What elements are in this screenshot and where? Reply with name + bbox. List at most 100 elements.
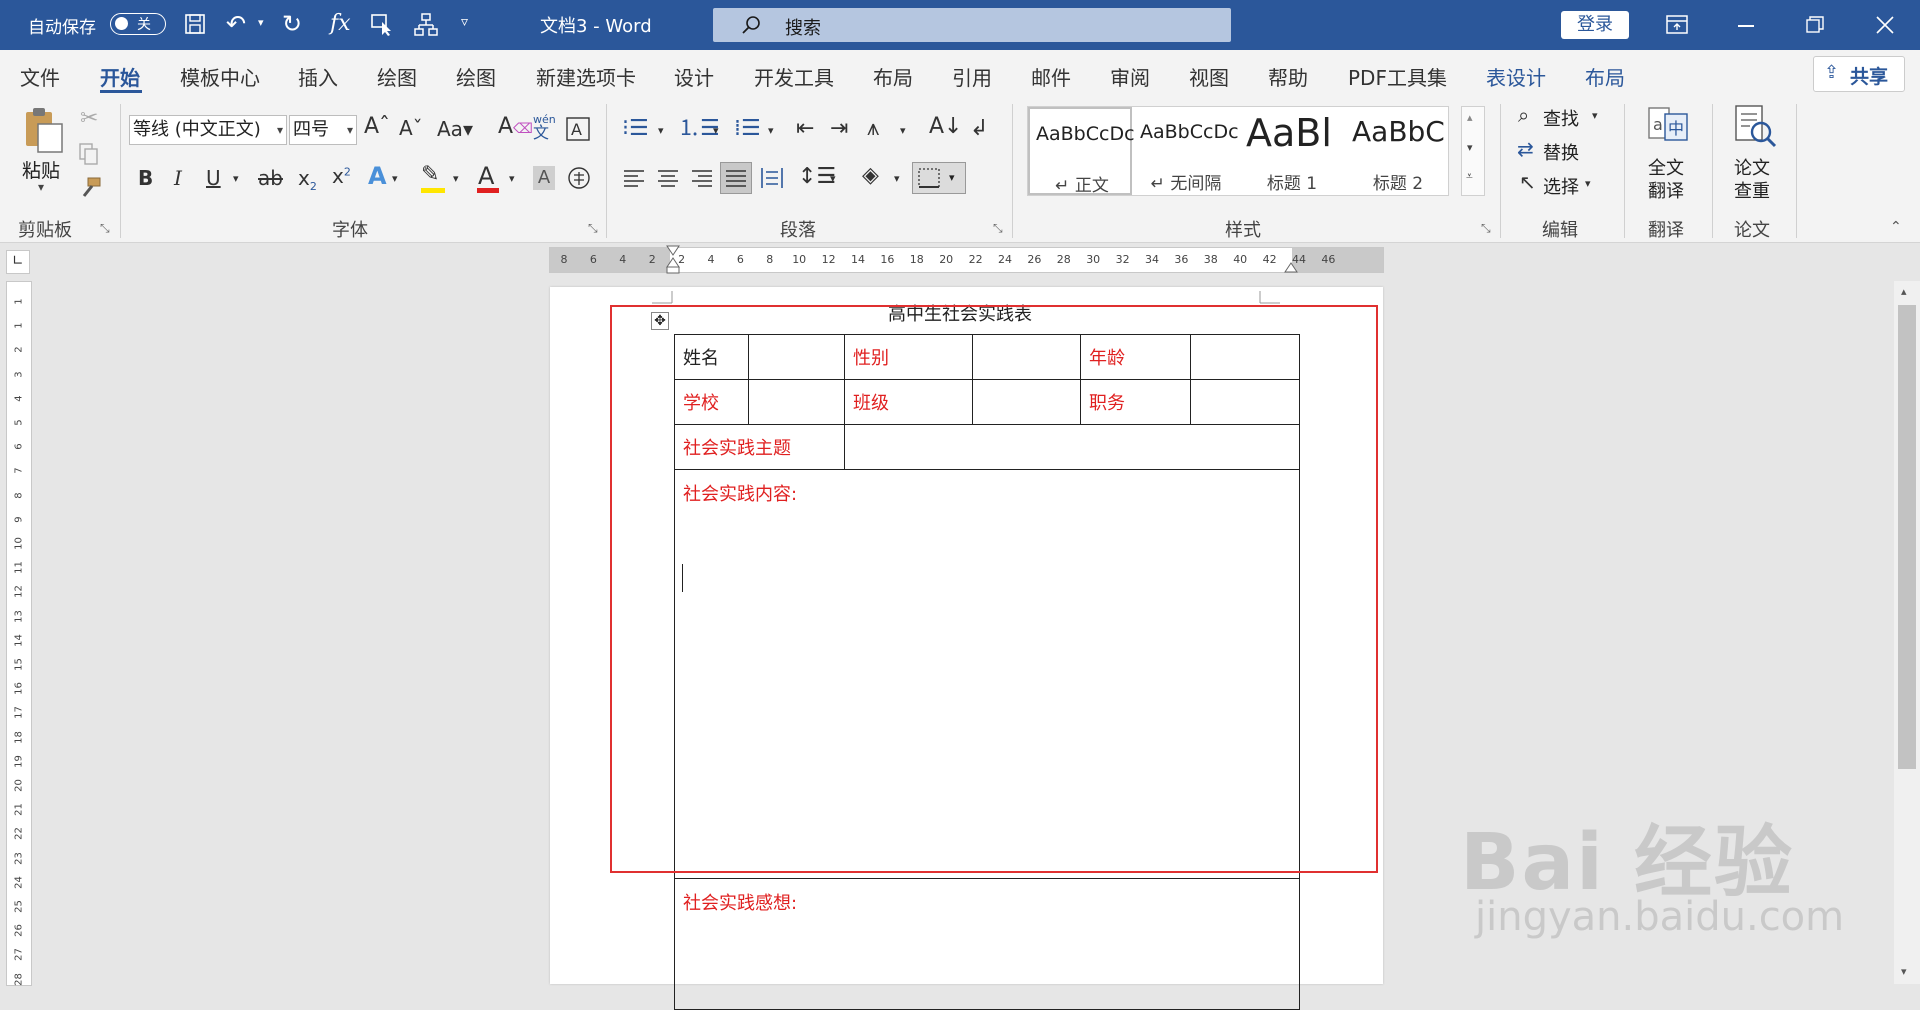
ribbon-display-icon[interactable] <box>1666 15 1688 35</box>
font-size-combo[interactable]: 四号 ▾ <box>289 115 357 145</box>
paste-label[interactable]: 粘贴 <box>22 156 60 183</box>
tab-draw-2[interactable]: 绘图 <box>456 62 496 91</box>
thoughts-cell[interactable]: 社会实践感想: <box>674 878 1300 1010</box>
enclose-characters-icon[interactable] <box>567 166 591 190</box>
tab-file[interactable]: 文件 <box>20 62 60 91</box>
login-button[interactable]: 登录 <box>1561 11 1629 39</box>
font-color-icon[interactable]: A <box>478 164 494 188</box>
redo-icon[interactable]: ↻ <box>282 10 302 38</box>
highlight-dropdown-icon[interactable]: ▾ <box>453 173 459 184</box>
chevron-down-icon[interactable]: ▾ <box>1467 141 1473 154</box>
font-color-dropdown-icon[interactable]: ▾ <box>509 173 515 184</box>
style-heading-1[interactable]: AaBl 标题 1 <box>1240 107 1344 195</box>
subscript-icon[interactable]: x2 <box>298 168 317 192</box>
save-icon[interactable] <box>184 13 206 35</box>
style-heading-2[interactable]: AaBbC 标题 2 <box>1346 107 1450 195</box>
tab-references[interactable]: 引用 <box>952 62 992 91</box>
customize-toolbar-icon[interactable]: ▿ <box>461 14 468 30</box>
strikethrough-icon[interactable]: ab <box>258 168 283 188</box>
style-no-spacing[interactable]: AaBbCcDc ↵ 无间隔 <box>1134 107 1238 195</box>
chinese-layout-dropdown-icon[interactable]: ▾ <box>900 125 906 136</box>
tab-draw[interactable]: 绘图 <box>377 62 417 91</box>
undo-icon[interactable]: ↶ <box>226 10 246 38</box>
decrease-indent-icon[interactable]: ⇤ <box>796 118 814 140</box>
tab-design[interactable]: 设计 <box>674 62 714 91</box>
show-marks-icon[interactable]: ↲ <box>970 118 988 140</box>
tab-stop-selector[interactable]: ∟ <box>6 250 30 274</box>
share-button[interactable]: ⇪ 共享 <box>1813 56 1905 92</box>
align-left-icon[interactable] <box>622 168 646 188</box>
collapse-ribbon-icon[interactable]: ⌃ <box>1890 220 1902 234</box>
right-indent-marker-icon[interactable] <box>1284 262 1298 274</box>
paragraph-launcher-icon[interactable]: ⤡ <box>993 222 1003 234</box>
borders-button[interactable]: ▾ <box>912 162 966 194</box>
find-icon[interactable]: ⌕ <box>1518 105 1529 125</box>
font-launcher-icon[interactable]: ⤡ <box>588 222 598 234</box>
paper-check-label-2[interactable]: 查重 <box>1734 177 1770 203</box>
select-label[interactable]: 选择 <box>1543 173 1579 199</box>
search-box[interactable]: 搜索 <box>713 8 1231 42</box>
bold-icon[interactable]: B <box>138 168 153 188</box>
line-spacing-dropdown-icon[interactable]: ▾ <box>830 173 836 184</box>
tab-template-center[interactable]: 模板中心 <box>180 62 260 91</box>
tab-insert[interactable]: 插入 <box>298 62 338 91</box>
shrink-font-icon[interactable]: Aˇ <box>399 118 423 138</box>
underline-icon[interactable]: U <box>206 168 221 188</box>
align-center-icon[interactable] <box>656 168 680 188</box>
horizontal-ruler[interactable]: 8 6 4 2 2 4 6 8 10 12 14 16 18 20 22 24 26 28 30 32 34 36 38 40… <box>549 245 1384 274</box>
paste-icon[interactable] <box>22 106 66 154</box>
find-dropdown-icon[interactable]: ▾ <box>1592 110 1598 121</box>
clipboard-launcher-icon[interactable]: ⤡ <box>100 222 110 234</box>
tab-pdf-tools[interactable]: PDF工具集 <box>1348 62 1447 91</box>
clear-formatting-icon[interactable]: A⌫ <box>498 116 533 138</box>
styles-more-icon[interactable]: ⩡ <box>1466 169 1473 184</box>
justify-button[interactable] <box>720 162 752 194</box>
tab-layout[interactable]: 布局 <box>873 62 913 91</box>
chevron-up-icon[interactable]: ▴ <box>1467 111 1473 124</box>
styles-launcher-icon[interactable]: ⤡ <box>1481 222 1491 234</box>
tab-developer[interactable]: 开发工具 <box>754 62 834 91</box>
bullets-dropdown-icon[interactable]: ▾ <box>658 125 664 136</box>
tab-table-layout[interactable]: 布局 <box>1585 62 1625 91</box>
tab-review[interactable]: 审阅 <box>1110 62 1150 91</box>
chinese-layout-icon[interactable]: ⩚ <box>867 118 879 140</box>
increase-indent-icon[interactable]: ⇥ <box>830 118 848 140</box>
tab-home[interactable]: 开始 <box>100 62 140 91</box>
style-normal[interactable]: AaBbCcDc ↵ 正文 <box>1028 107 1134 196</box>
cut-icon[interactable]: ✂ <box>80 108 98 130</box>
highlight-icon[interactable]: ✎ <box>421 164 439 186</box>
distributed-icon[interactable] <box>760 166 784 190</box>
superscript-icon[interactable]: x2 <box>332 166 351 186</box>
shading-dropdown-icon[interactable]: ▾ <box>894 173 900 184</box>
tab-table-design[interactable]: 表设计 <box>1486 62 1546 91</box>
text-effects-icon[interactable]: A <box>368 164 387 188</box>
text-effects-dropdown-icon[interactable]: ▾ <box>392 173 398 184</box>
paste-dropdown-icon[interactable]: ▾ <box>38 180 44 194</box>
change-case-icon[interactable]: Aa▾ <box>437 119 473 139</box>
tab-mailings[interactable]: 邮件 <box>1031 62 1071 91</box>
replace-icon[interactable]: ⇄ <box>1517 139 1534 159</box>
grow-font-icon[interactable]: Aˆ <box>364 116 390 138</box>
numbering-dropdown-icon[interactable]: ▾ <box>713 125 719 136</box>
tab-help[interactable]: 帮助 <box>1268 62 1308 91</box>
translate-label-2[interactable]: 翻译 <box>1648 177 1684 203</box>
org-chart-icon[interactable] <box>413 12 439 38</box>
sort-icon[interactable]: A↓ <box>929 116 962 138</box>
character-border-icon[interactable]: A <box>566 117 590 141</box>
align-right-icon[interactable] <box>690 168 714 188</box>
restore-icon[interactable] <box>1806 16 1824 34</box>
scrollbar-thumb[interactable] <box>1898 305 1916 769</box>
vertical-ruler[interactable]: 1 1 2 3 4 5 6 7 8 9 10 11 12 13 14 15 16 17 18 19 20 21 22 23 24… <box>6 281 32 986</box>
scroll-down-icon[interactable]: ▾ <box>1901 965 1907 978</box>
phonetic-guide-icon[interactable]: wén 文 <box>533 114 556 141</box>
multilevel-list-icon[interactable]: ⁞☰ <box>734 118 761 140</box>
find-label[interactable]: 查找 <box>1543 105 1579 131</box>
replace-label[interactable]: 替换 <box>1543 139 1579 165</box>
italic-icon[interactable]: I <box>174 168 182 188</box>
select-objects-icon[interactable] <box>370 13 394 37</box>
translate-icon[interactable]: a中 <box>1645 104 1691 148</box>
font-name-combo[interactable]: 等线 (中文正文) ▾ <box>129 115 287 145</box>
paper-check-icon[interactable] <box>1732 104 1778 150</box>
bullets-icon[interactable]: ⁝☰ <box>622 118 649 140</box>
copy-icon[interactable] <box>78 142 100 166</box>
